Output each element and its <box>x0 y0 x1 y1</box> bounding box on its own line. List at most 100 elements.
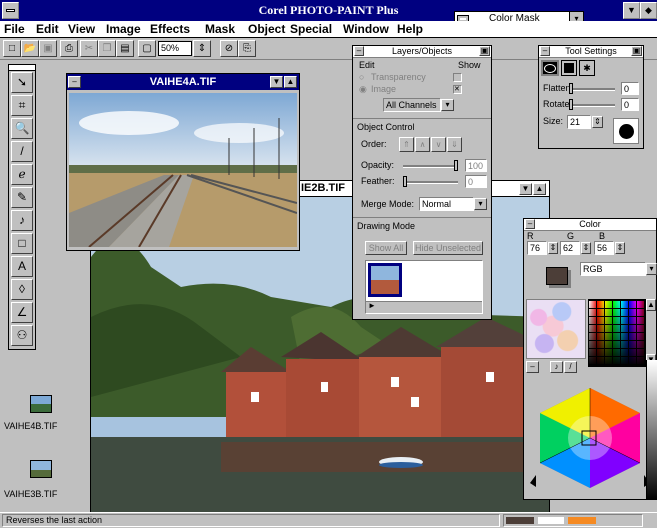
menu-file[interactable]: File <box>4 22 25 36</box>
app-restore-button[interactable]: ◆ <box>640 2 657 19</box>
freehand-tool-icon[interactable]: ℯ <box>11 164 33 185</box>
image-radio[interactable]: ◉ <box>359 84 367 95</box>
merge-mode-dropdown-icon[interactable]: ▾ <box>474 198 487 210</box>
transparency-radio[interactable]: ○ <box>359 72 364 82</box>
rotate-slider-thumb[interactable] <box>569 99 573 110</box>
size-spin-icon[interactable]: ⇕ <box>592 116 603 128</box>
grayscale-strip[interactable] <box>646 360 657 500</box>
square-brush-icon[interactable] <box>561 60 577 76</box>
color-panel-close-icon[interactable]: – <box>525 219 535 229</box>
zoom-fit-icon[interactable]: ▢ <box>138 40 156 57</box>
object-mode-icon[interactable]: ⎘ <box>238 40 256 57</box>
color-palette-grid[interactable] <box>588 299 646 367</box>
hide-unselected-button[interactable]: Hide Unselected <box>413 241 483 255</box>
menu-view[interactable]: View <box>68 22 95 36</box>
feather-slider-thumb[interactable] <box>403 176 407 187</box>
text-tool-icon[interactable]: A <box>11 256 33 277</box>
fill-tool-icon[interactable]: ◊ <box>11 279 33 300</box>
mask-tool-icon[interactable]: ⌗ <box>11 95 33 116</box>
flatten-field[interactable]: 0 <box>621 82 639 95</box>
doc1-maximize-icon[interactable]: ▲ <box>284 76 297 88</box>
system-menu-icon[interactable] <box>2 2 19 19</box>
r-spin-icon[interactable]: ⇕ <box>548 242 558 254</box>
round-brush-icon[interactable] <box>541 60 559 76</box>
custom-brush-icon[interactable]: ✱ <box>579 60 595 76</box>
layers-panel-collapse-icon[interactable]: ▣ <box>479 46 490 56</box>
paint-tool-icon[interactable]: ♪ <box>11 210 33 231</box>
mixer-eyedropper-icon[interactable]: / <box>564 361 577 373</box>
color-hexagon-picker[interactable] <box>530 383 650 493</box>
layer-list[interactable]: ► <box>365 260 483 314</box>
pointer-tool-icon[interactable]: ➘ <box>11 72 33 93</box>
open-file-icon[interactable]: 📂 <box>21 40 39 57</box>
new-file-icon[interactable]: □ <box>3 40 21 57</box>
brush-tool-icon[interactable]: ∠ <box>11 302 33 323</box>
b-spin-icon[interactable]: ⇕ <box>615 242 625 254</box>
color-model-dropdown[interactable]: RGB <box>580 262 646 276</box>
doc1-control-menu-icon[interactable]: – <box>68 76 81 88</box>
layers-panel-close-icon[interactable]: – <box>354 46 364 56</box>
channels-dropdown[interactable]: All Channels <box>383 98 441 112</box>
feather-slider[interactable] <box>403 181 458 184</box>
pen-tool-icon[interactable]: ✎ <box>11 187 33 208</box>
doc2-maximize-icon[interactable]: ▲ <box>533 183 546 195</box>
cut-icon[interactable]: ✂ <box>80 40 98 57</box>
g-field[interactable]: 62 <box>560 241 580 255</box>
zoom-tool-icon[interactable]: 🔍 <box>11 118 33 139</box>
opacity-slider[interactable] <box>403 165 458 168</box>
document-window-vaihe4a[interactable]: VAIHE4A.TIF – ▼ ▲ <box>66 73 300 251</box>
doc2-minimize-icon[interactable]: ▼ <box>519 183 532 195</box>
size-field[interactable]: 21 <box>567 115 591 129</box>
rotate-field[interactable]: 0 <box>621 98 639 111</box>
layer-thumbnail[interactable] <box>368 263 402 297</box>
thumbnail-icon-vaihe4b[interactable] <box>30 395 52 413</box>
menu-mask[interactable]: Mask <box>205 22 235 36</box>
thumbnail-label-vaihe4b[interactable]: VAIHE4B.TIF <box>4 421 57 431</box>
tool-settings-collapse-icon[interactable]: ▣ <box>631 46 642 56</box>
show-all-button[interactable]: Show All <box>365 241 407 255</box>
save-file-icon[interactable]: ▣ <box>39 40 57 57</box>
menu-effects[interactable]: Effects <box>150 22 190 36</box>
zoom-level-field[interactable]: 50% <box>158 41 192 56</box>
r-field[interactable]: 76 <box>527 241 547 255</box>
menu-help[interactable]: Help <box>397 22 423 36</box>
order-to-back-icon[interactable]: ⇓ <box>447 137 462 152</box>
b-field[interactable]: 56 <box>594 241 614 255</box>
layer-list-scrollbar[interactable]: ► <box>366 301 482 313</box>
feather-field[interactable]: 0 <box>465 175 487 188</box>
order-forward-icon[interactable]: ∧ <box>415 137 430 152</box>
doc1-minimize-icon[interactable]: ▼ <box>270 76 283 88</box>
rectangle-tool-icon[interactable]: □ <box>11 233 33 254</box>
rotate-slider[interactable] <box>569 104 615 107</box>
app-minimize-button[interactable]: ▼ <box>623 2 640 19</box>
copy-icon[interactable]: ❐ <box>98 40 116 57</box>
tool-settings-close-icon[interactable]: – <box>540 46 550 56</box>
mixer-brush-icon[interactable]: ♪ <box>550 361 563 373</box>
channels-dropdown-icon[interactable]: ▾ <box>441 99 454 111</box>
g-spin-icon[interactable]: ⇕ <box>581 242 591 254</box>
menu-edit[interactable]: Edit <box>36 22 59 36</box>
opacity-field[interactable]: 100 <box>465 159 487 172</box>
merge-mode-dropdown[interactable]: Normal <box>419 197 474 211</box>
thumbnail-icon-vaihe3b[interactable] <box>30 460 52 478</box>
opacity-slider-thumb[interactable] <box>454 160 458 171</box>
image-show-checkbox[interactable]: ✕ <box>453 85 462 94</box>
palette-scroll-up-icon[interactable]: ▲ <box>646 299 656 311</box>
transparency-show-checkbox[interactable] <box>453 73 462 82</box>
thumbnail-label-vaihe3b[interactable]: VAIHE3B.TIF <box>4 489 57 499</box>
color-model-dropdown-icon[interactable]: ▾ <box>646 263 657 275</box>
eyedropper-tool-icon[interactable]: / <box>11 141 33 162</box>
menu-window[interactable]: Window <box>343 22 389 36</box>
menu-object[interactable]: Object <box>248 22 285 36</box>
mixer-tool-icon-1[interactable]: – <box>526 361 539 373</box>
mask-select-icon[interactable]: ⊘ <box>220 40 238 57</box>
paste-icon[interactable]: ▤ <box>116 40 134 57</box>
menu-special[interactable]: Special <box>290 22 332 36</box>
menu-image[interactable]: Image <box>106 22 141 36</box>
order-backward-icon[interactable]: ∨ <box>431 137 446 152</box>
print-icon[interactable]: ⎙ <box>60 40 78 57</box>
clone-tool-icon[interactable]: ⚇ <box>11 325 33 346</box>
flatten-slider[interactable] <box>569 88 615 91</box>
flatten-slider-thumb[interactable] <box>569 83 573 94</box>
color-mixer-area[interactable] <box>526 299 586 359</box>
